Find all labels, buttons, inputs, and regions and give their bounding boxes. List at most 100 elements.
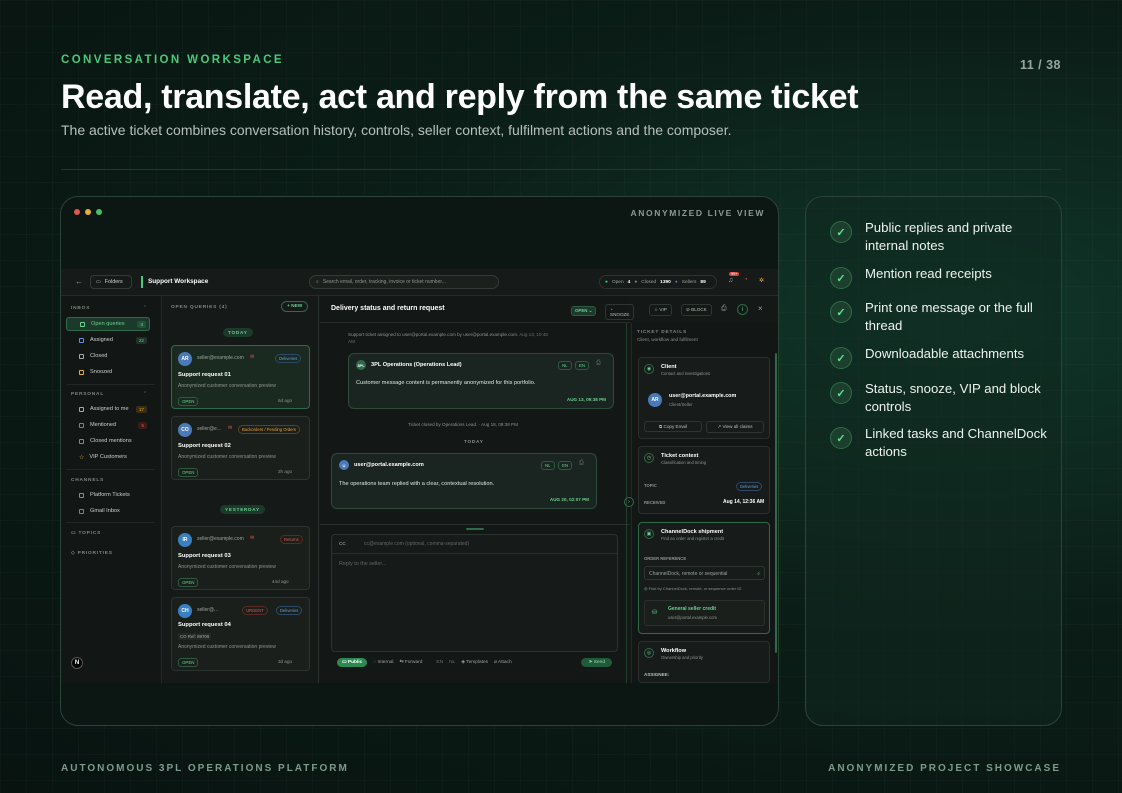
- chevron-up-icon[interactable]: ⌃: [143, 305, 147, 311]
- workflow-icon: ◎: [644, 648, 654, 658]
- view-claims-button[interactable]: ↗ View all claims: [706, 421, 764, 433]
- cc-input[interactable]: cc@example.com (optional, comma-separate…: [364, 541, 469, 547]
- sun-icon[interactable]: ✲: [759, 277, 764, 284]
- monitor-icon: [79, 492, 84, 498]
- system-event-time: Aug 18, 09:38 PM: [481, 422, 518, 427]
- copy-email-label: Copy Email: [663, 424, 688, 429]
- sidebar-item-snoozed[interactable]: Snoozed: [66, 365, 150, 379]
- card-title: Workflow: [661, 648, 687, 654]
- search-input[interactable]: ⌕ Search email, order, tracking, invoice …: [309, 275, 499, 289]
- features-panel: ✓ Public replies and private internal not…: [805, 196, 1062, 726]
- sidebar-item-gmail[interactable]: Gmail Inbox: [66, 504, 150, 518]
- received-label: RECEIVED: [644, 500, 666, 505]
- closed-label: Closed: [641, 279, 657, 285]
- close-icon[interactable]: ×: [758, 304, 763, 313]
- credit-item[interactable]: ⛁ General seller credit user@portal.exam…: [644, 600, 765, 626]
- print-icon[interactable]: ⎙: [579, 460, 584, 467]
- divider: [61, 169, 1061, 170]
- status-dropdown[interactable]: OPEN ⌄: [571, 306, 597, 316]
- ticket-card[interactable]: IR seller@example.com ✉ Returns Support …: [171, 526, 310, 590]
- sidebar-heading-channels: CHANNELS: [71, 478, 105, 483]
- resize-handle[interactable]: [466, 528, 484, 530]
- sidebar-item-assigned[interactable]: Assigned 22: [66, 333, 150, 347]
- copy-email-button[interactable]: ⧉ Copy Email: [644, 421, 702, 432]
- scrollbar[interactable]: [775, 353, 777, 653]
- attach-button[interactable]: ⌀ Attach: [494, 660, 512, 665]
- feature-item: ✓ Mention read receipts: [830, 265, 1055, 289]
- new-ticket-button[interactable]: + NEW: [281, 301, 309, 312]
- vip-button[interactable]: ☆ VIP: [649, 304, 672, 316]
- tab-public[interactable]: ▭ Public: [337, 657, 368, 667]
- queue-header: OPEN QUERIES (4): [171, 305, 228, 310]
- received-value: Aug 14, 12:36 AM: [723, 499, 765, 505]
- tab-forward[interactable]: ⇆ Forward: [399, 660, 422, 665]
- sidebar-item-platform[interactable]: Platform Tickets: [66, 488, 150, 502]
- language-nl[interactable]: NL: [541, 461, 555, 470]
- sidebar-divider: [67, 384, 155, 385]
- message-bubble: 3PL 3PL Operations (Operations Lead) NL …: [348, 353, 614, 409]
- user-avatar: U: [339, 460, 349, 470]
- avatar: CH: [178, 604, 192, 618]
- card-subtitle: Ownership and priority: [661, 655, 703, 660]
- sidebar-item-mentioned[interactable]: Mentioned 5: [66, 418, 150, 432]
- ticket-queue: OPEN QUERIES (4) + NEW TODAY AR seller@e…: [163, 296, 319, 683]
- user-icon: [79, 337, 84, 343]
- avatar: AR: [648, 393, 662, 407]
- sidebar-item-vip[interactable]: ☆ VIP Customers: [66, 450, 150, 464]
- sidebar-heading-priorities[interactable]: ◇ PRIORITIES: [71, 551, 113, 556]
- alert-icon[interactable]: ◔: [744, 277, 748, 283]
- sidebar-item-open-queries[interactable]: Open queries 4: [66, 317, 150, 331]
- system-event: Ticket closed by Operations Lead. · Aug …: [408, 422, 518, 427]
- tab-forward-label: Forward: [404, 659, 423, 665]
- reply-textarea[interactable]: Reply to the seller...: [339, 561, 386, 567]
- app-window: ← ▭ Folders Support Workspace ⌕ Search ema…: [61, 269, 778, 683]
- ticket-card[interactable]: AR seller@example.com ✉ Deliveries Suppo…: [171, 345, 310, 409]
- date-separator: YESTERDAY: [220, 505, 265, 514]
- language-en[interactable]: EN: [575, 361, 590, 370]
- back-arrow-icon[interactable]: ←: [75, 277, 83, 286]
- sidebar-item-assigned-to-me[interactable]: Assigned to me 17: [66, 402, 150, 416]
- mail-icon: [79, 508, 84, 514]
- user-icon: ◉: [644, 364, 654, 374]
- snooze-button[interactable]: ◔ SNOOZE: [605, 304, 635, 320]
- info-icon[interactable]: i: [737, 304, 748, 315]
- tab-internal[interactable]: ◌ Internal: [373, 660, 393, 665]
- ticket-subject: Support request 02: [178, 443, 231, 449]
- feature-item: ✓ Status, snooze, VIP and block controls: [830, 380, 1055, 415]
- chevron-up-icon[interactable]: ⌃: [143, 391, 147, 397]
- sidebar-divider: [67, 522, 155, 523]
- sidebar-item-closed-mentions[interactable]: Closed mentions: [66, 434, 150, 448]
- ticket-email: seller@...: [197, 607, 219, 613]
- print-icon[interactable]: ⎙: [596, 360, 601, 367]
- system-event: Support ticket assigned to user@portal.e…: [348, 332, 548, 345]
- ticket-card[interactable]: CO seller@e... ✉ Backorders / Pending Or…: [171, 416, 310, 480]
- inbox-icon: [80, 321, 85, 327]
- maximize-dot-icon: [96, 209, 102, 215]
- workspace-title: Support Workspace: [148, 278, 209, 285]
- minimize-dot-icon: [85, 209, 91, 215]
- page-subtitle: The active ticket combines conversation …: [61, 122, 732, 138]
- composer: CC cc@example.com (optional, comma-separ…: [331, 534, 618, 652]
- tab-internal-label: Internal: [377, 659, 394, 665]
- send-button[interactable]: ➤ Send: [581, 657, 612, 667]
- sidebar-divider: [67, 469, 155, 470]
- package-icon: ▣: [644, 529, 654, 539]
- ticket-card[interactable]: CH seller@... URGENT Deliveries Support …: [171, 597, 310, 671]
- status-badge: OPEN: [178, 468, 199, 477]
- folders-button[interactable]: ▭ Folders: [90, 275, 132, 289]
- client-email: user@portal.example.com: [669, 393, 737, 399]
- message-bubble: U user@portal.example.com NL EN ⎙ The op…: [331, 453, 597, 509]
- status-badge: OPEN: [178, 397, 199, 406]
- order-ref-input[interactable]: ChannelDock, remote or sequential ⌕: [644, 566, 765, 580]
- block-button[interactable]: ⊘ BLOCK: [681, 304, 712, 316]
- language-en[interactable]: EN: [558, 461, 573, 470]
- language-en[interactable]: NL: [449, 660, 455, 665]
- sidebar-item-closed[interactable]: Closed: [66, 349, 150, 363]
- print-icon[interactable]: ⎙: [721, 305, 727, 313]
- templates-button[interactable]: ◈ Templates: [461, 660, 488, 665]
- sidebar-heading-topics[interactable]: ▭ TOPICS: [71, 531, 101, 536]
- language-nl[interactable]: NL: [558, 361, 572, 370]
- ticket-subject: Support request 01: [178, 372, 231, 378]
- language-nl[interactable]: EN: [436, 660, 443, 665]
- bell-icon[interactable]: ♫: [728, 277, 733, 284]
